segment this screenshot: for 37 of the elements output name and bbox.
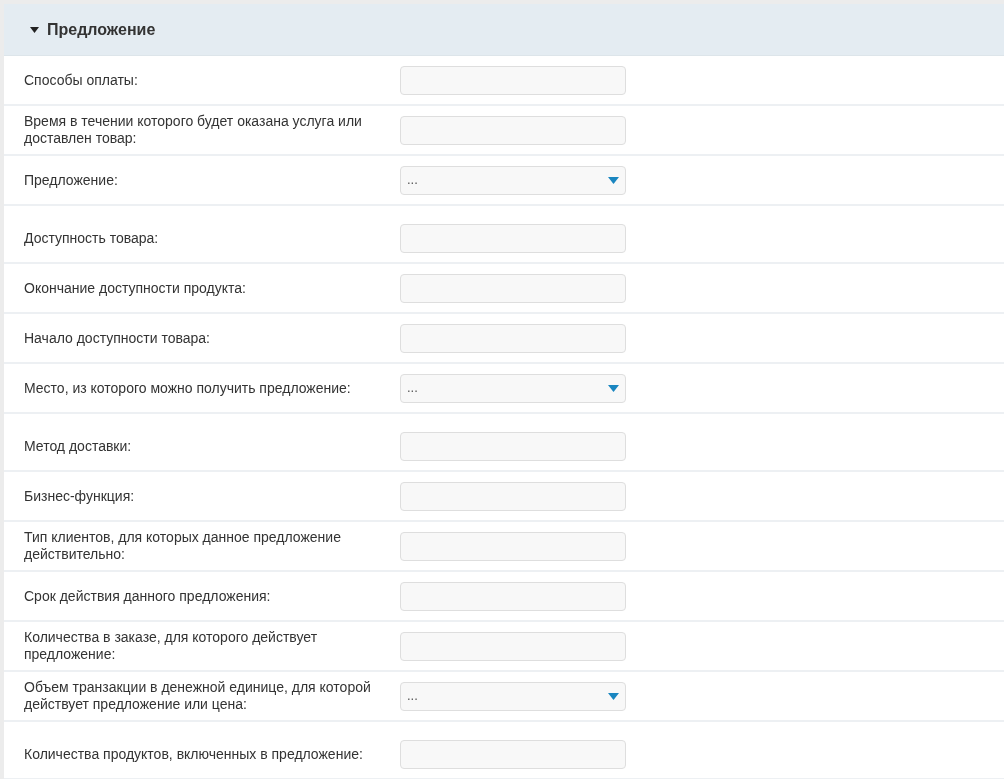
select-field[interactable]: ... xyxy=(400,373,626,403)
field-label: Время в течении которого будет оказана услуга или доставлен товар: xyxy=(23,113,363,147)
field-label: Бизнес-функция: xyxy=(23,487,136,505)
input-field[interactable] xyxy=(400,431,626,461)
select-value: ... xyxy=(407,687,418,706)
caret-down-icon xyxy=(608,176,619,184)
section-header[interactable]: Предложение xyxy=(4,4,1004,56)
select-value: ... xyxy=(407,171,418,190)
input-field[interactable] xyxy=(400,531,626,561)
input-field[interactable] xyxy=(400,739,626,769)
field-label: Объем транзакции в денежной единице, для которой действует предложение или цена: xyxy=(23,679,372,713)
field-label: Доступность товара: xyxy=(23,229,160,247)
field-label: Срок действия данного предложения: xyxy=(23,587,272,605)
input-field[interactable] xyxy=(400,115,626,145)
field-label: Окончание доступности продукта: xyxy=(23,279,247,297)
field-label: Количества продуктов, включенных в предложение: xyxy=(23,745,364,763)
field-label: Метод доставки: xyxy=(23,437,133,455)
select-field[interactable]: ... xyxy=(400,681,626,711)
field-label: Тип клиентов, для которых данное предложение действительно: xyxy=(23,529,342,563)
field-label: Способы оплаты: xyxy=(23,71,139,89)
field-label: Место, из которого можно получить предложение: xyxy=(23,379,352,397)
select-value: ... xyxy=(407,379,418,398)
input-field[interactable] xyxy=(400,481,626,511)
input-field[interactable] xyxy=(400,323,626,353)
input-field[interactable] xyxy=(400,631,626,661)
input-field[interactable] xyxy=(400,273,626,303)
input-field[interactable] xyxy=(400,581,626,611)
caret-down-icon xyxy=(30,26,39,33)
field-label: Количества в заказе, для которого действует предложение: xyxy=(23,629,319,663)
field-label: Начало доступности товара: xyxy=(23,329,211,347)
select-field[interactable]: ... xyxy=(400,165,626,195)
field-label: Предложение: xyxy=(23,171,119,189)
input-field[interactable] xyxy=(400,223,626,253)
section-title: Предложение xyxy=(47,19,156,40)
caret-down-icon xyxy=(608,692,619,700)
caret-down-icon xyxy=(608,384,619,392)
input-field[interactable] xyxy=(400,65,626,95)
